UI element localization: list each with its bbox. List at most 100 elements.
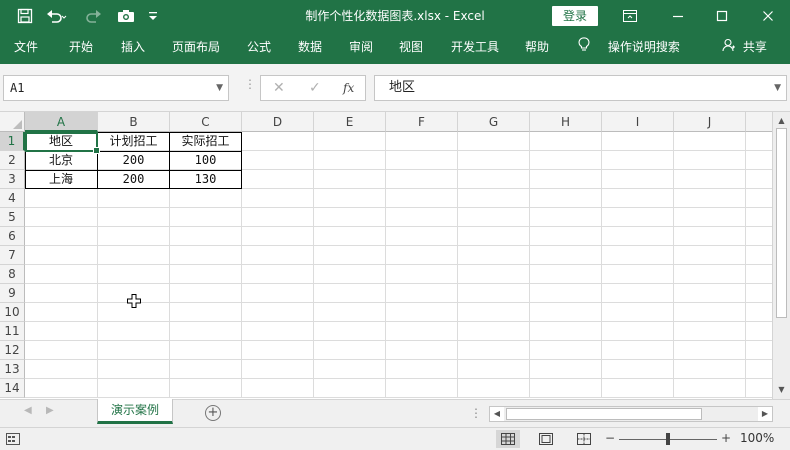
cell-j2[interactable] <box>674 151 746 170</box>
cell-i2[interactable] <box>602 151 674 170</box>
cell-h6[interactable] <box>530 227 602 246</box>
column-header-k[interactable] <box>746 112 772 132</box>
cell-d4[interactable] <box>242 189 314 208</box>
cell-f10[interactable] <box>386 303 458 322</box>
row-header-8[interactable]: 8 <box>0 265 25 284</box>
row-header-11[interactable]: 11 <box>0 322 25 341</box>
cell-f11[interactable] <box>386 322 458 341</box>
cell-a5[interactable] <box>25 208 98 227</box>
cell-j3[interactable] <box>674 170 746 189</box>
cell-c9[interactable] <box>170 284 242 303</box>
tab-help[interactable]: 帮助 <box>525 32 549 64</box>
cell-j9[interactable] <box>674 284 746 303</box>
row-header-1[interactable]: 1 <box>0 132 25 151</box>
tab-formulas[interactable]: 公式 <box>247 32 271 64</box>
cell-d11[interactable] <box>242 322 314 341</box>
cell-f4[interactable] <box>386 189 458 208</box>
cell-g8[interactable] <box>458 265 530 284</box>
vertical-scrollbar[interactable]: ▲ ▼ <box>772 112 790 399</box>
cell-e13[interactable] <box>314 360 386 379</box>
cell-g1[interactable] <box>458 132 530 151</box>
cell-i8[interactable] <box>602 265 674 284</box>
cell-h10[interactable] <box>530 303 602 322</box>
cell-f6[interactable] <box>386 227 458 246</box>
column-header-h[interactable]: H <box>530 112 602 132</box>
expand-formula-icon[interactable]: ▼ <box>774 76 781 100</box>
enter-icon[interactable]: ✓ <box>309 76 321 100</box>
cell-k9[interactable] <box>746 284 772 303</box>
maximize-icon[interactable] <box>700 0 744 32</box>
cell-a4[interactable] <box>25 189 98 208</box>
tab-home[interactable]: 开始 <box>69 32 93 64</box>
cell-a7[interactable] <box>25 246 98 265</box>
row-header-10[interactable]: 10 <box>0 303 25 322</box>
cell-k14[interactable] <box>746 379 772 398</box>
cell-j13[interactable] <box>674 360 746 379</box>
cell-d10[interactable] <box>242 303 314 322</box>
page-layout-view-icon[interactable] <box>534 430 558 448</box>
cell-e3[interactable] <box>314 170 386 189</box>
sheet-tab-active[interactable]: 演示案例 <box>97 399 173 424</box>
cell-k5[interactable] <box>746 208 772 227</box>
cell-a9[interactable] <box>25 284 98 303</box>
column-header-c[interactable]: C <box>170 112 242 132</box>
cell-f8[interactable] <box>386 265 458 284</box>
cell-d14[interactable] <box>242 379 314 398</box>
cell-c6[interactable] <box>170 227 242 246</box>
cell-k6[interactable] <box>746 227 772 246</box>
tab-splitter[interactable]: ⋮ <box>470 406 482 420</box>
cell-c2[interactable]: 100 <box>170 151 242 170</box>
tab-insert[interactable]: 插入 <box>121 32 145 64</box>
cell-k2[interactable] <box>746 151 772 170</box>
cell-k11[interactable] <box>746 322 772 341</box>
cell-g14[interactable] <box>458 379 530 398</box>
column-header-a[interactable]: A <box>25 112 98 132</box>
cell-h3[interactable] <box>530 170 602 189</box>
row-header-12[interactable]: 12 <box>0 341 25 360</box>
ribbon-display-icon[interactable] <box>608 0 652 32</box>
cell-b6[interactable] <box>98 227 170 246</box>
cell-d13[interactable] <box>242 360 314 379</box>
row-header-9[interactable]: 9 <box>0 284 25 303</box>
cell-i11[interactable] <box>602 322 674 341</box>
cell-g7[interactable] <box>458 246 530 265</box>
cell-d9[interactable] <box>242 284 314 303</box>
insert-function-icon[interactable]: fx <box>343 76 354 100</box>
cell-j8[interactable] <box>674 265 746 284</box>
zoom-level[interactable]: 100% <box>740 431 774 445</box>
cell-g11[interactable] <box>458 322 530 341</box>
cell-c1[interactable]: 实际招工 <box>170 132 242 151</box>
cell-e7[interactable] <box>314 246 386 265</box>
column-header-d[interactable]: D <box>242 112 314 132</box>
cell-f2[interactable] <box>386 151 458 170</box>
scroll-left-icon[interactable]: ◀ <box>490 407 504 421</box>
column-header-i[interactable]: I <box>602 112 674 132</box>
cell-a14[interactable] <box>25 379 98 398</box>
cell-a3[interactable]: 上海 <box>25 170 98 189</box>
cell-e10[interactable] <box>314 303 386 322</box>
cell-j1[interactable] <box>674 132 746 151</box>
cell-b5[interactable] <box>98 208 170 227</box>
tab-developer[interactable]: 开发工具 <box>451 32 499 64</box>
cell-b7[interactable] <box>98 246 170 265</box>
cell-g2[interactable] <box>458 151 530 170</box>
cell-e5[interactable] <box>314 208 386 227</box>
cell-c12[interactable] <box>170 341 242 360</box>
cell-e9[interactable] <box>314 284 386 303</box>
worksheet-grid[interactable]: A B C D E F G H I J 1 2 3 4 5 6 7 8 9 10… <box>0 112 772 399</box>
scroll-right-icon[interactable]: ▶ <box>758 407 772 421</box>
cell-b8[interactable] <box>98 265 170 284</box>
cell-b3[interactable]: 200 <box>98 170 170 189</box>
cancel-icon[interactable]: ✕ <box>273 76 285 100</box>
cell-d7[interactable] <box>242 246 314 265</box>
name-box[interactable]: A1 ▼ <box>3 75 229 101</box>
cell-h13[interactable] <box>530 360 602 379</box>
cell-a11[interactable] <box>25 322 98 341</box>
column-header-g[interactable]: G <box>458 112 530 132</box>
cell-h4[interactable] <box>530 189 602 208</box>
cell-c5[interactable] <box>170 208 242 227</box>
cell-e12[interactable] <box>314 341 386 360</box>
cell-h11[interactable] <box>530 322 602 341</box>
cell-f12[interactable] <box>386 341 458 360</box>
cell-k4[interactable] <box>746 189 772 208</box>
